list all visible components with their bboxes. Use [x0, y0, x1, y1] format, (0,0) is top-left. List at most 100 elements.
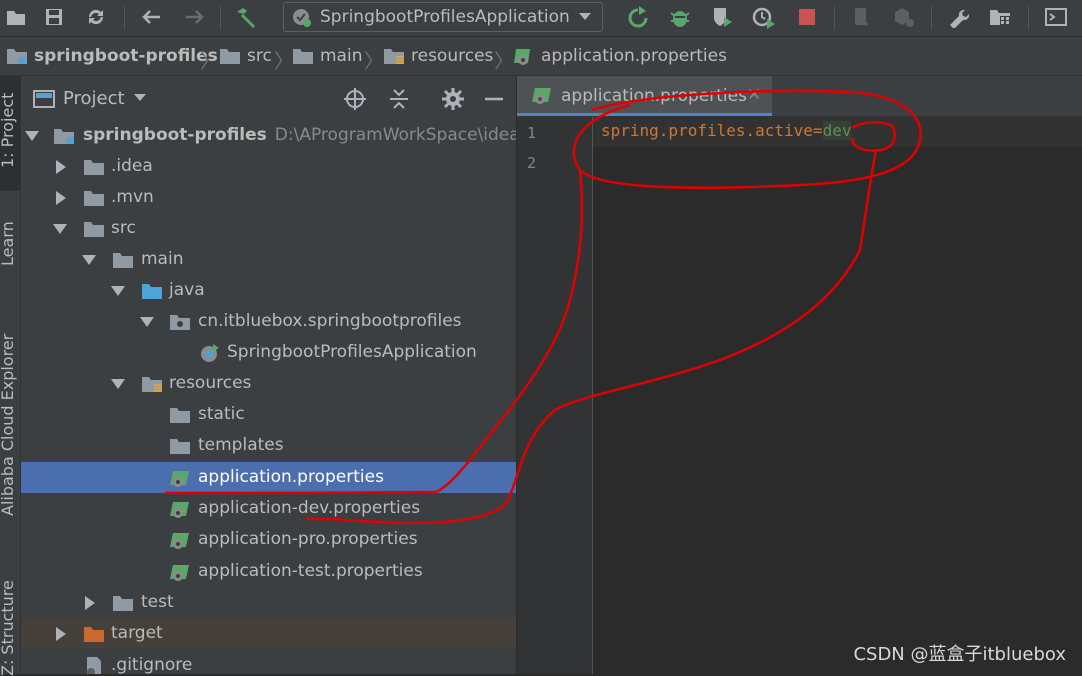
tree-item-test[interactable]: test: [21, 587, 516, 618]
gear-icon[interactable]: [441, 87, 465, 111]
package-icon: [170, 315, 190, 330]
tree-item-idea[interactable]: .idea: [21, 151, 516, 182]
folder-icon: [170, 408, 190, 423]
project-panel-header: Project: [21, 76, 516, 121]
code-editor[interactable]: spring.profiles.active=dev: [593, 117, 1082, 674]
collapse-all-icon[interactable]: [387, 87, 411, 111]
collapsed-triangle-icon[interactable]: [54, 627, 68, 641]
tree-item-src[interactable]: src: [21, 213, 516, 244]
tree-item-static[interactable]: static: [21, 399, 516, 430]
tool-tab-cloud-explorer[interactable]: Alibaba Cloud Explorer: [0, 334, 17, 516]
locate-target-icon[interactable]: [343, 87, 367, 111]
tree-item-application-pro[interactable]: application-pro.properties: [21, 524, 516, 555]
resources-folder-icon: [384, 49, 404, 64]
folder-icon: [113, 596, 133, 611]
tree-item-label: application-test.properties: [198, 561, 423, 581]
watermark: CSDN @蓝盒子itbluebox: [853, 644, 1066, 665]
line-number-gutter: 1 2: [517, 117, 593, 674]
spring-boot-class-icon: [201, 344, 219, 362]
project-structure-icon[interactable]: [986, 4, 1014, 30]
rerun-icon[interactable]: [624, 4, 652, 30]
main-toolbar: SpringbootProfilesApplication: [0, 0, 1082, 37]
back-arrow-icon[interactable]: [137, 4, 165, 30]
breadcrumb-project[interactable]: springboot-profiles: [6, 46, 218, 66]
tab-application-properties[interactable]: application.properties ✕: [517, 76, 772, 116]
save-icon[interactable]: [40, 4, 68, 30]
device-icon[interactable]: [847, 4, 875, 30]
tree-item-main[interactable]: main: [21, 244, 516, 275]
expanded-triangle-icon[interactable]: [140, 315, 154, 329]
collapsed-triangle-icon[interactable]: [54, 191, 68, 205]
spring-properties-icon: [514, 49, 530, 65]
tree-item-label: src: [111, 218, 136, 238]
tree-item-label: target: [111, 623, 163, 643]
breadcrumb-label: src: [247, 46, 272, 66]
breadcrumb-label: application.properties: [541, 46, 727, 66]
tree-item-label: SpringbootProfilesApplication: [227, 342, 477, 362]
code-line-1[interactable]: spring.profiles.active=dev: [601, 121, 852, 140]
tree-item-label: .gitignore: [111, 655, 193, 674]
breadcrumb-file[interactable]: application.properties: [513, 46, 727, 66]
tree-item-label: cn.itbluebox.springbootprofiles: [198, 311, 462, 331]
tree-item-resources[interactable]: resources: [21, 368, 516, 399]
tool-tab-structure[interactable]: Z: Structure: [0, 580, 17, 676]
run-configuration-select[interactable]: SpringbootProfilesApplication: [283, 2, 603, 32]
tree-item-application-test[interactable]: application-test.properties: [21, 556, 516, 587]
collapsed-triangle-icon[interactable]: [83, 596, 97, 610]
breadcrumb-src[interactable]: src: [219, 46, 272, 66]
tree-item-application-properties[interactable]: application.properties: [21, 462, 516, 493]
open-folder-icon[interactable]: [2, 4, 30, 30]
gitignore-file-icon: [87, 657, 101, 674]
spring-properties-icon: [532, 88, 551, 104]
chevron-down-icon[interactable]: [133, 93, 147, 103]
build-hammer-icon[interactable]: [232, 4, 260, 30]
tree-item-label: .mvn: [111, 187, 154, 207]
spring-properties-icon: [170, 502, 189, 518]
expanded-triangle-icon[interactable]: [25, 129, 39, 143]
sync-icon[interactable]: [82, 4, 110, 30]
breadcrumb-resources[interactable]: resources: [383, 46, 493, 66]
expanded-triangle-icon[interactable]: [53, 222, 67, 236]
tree-item-java[interactable]: java: [21, 275, 516, 306]
package-cube-icon[interactable]: [889, 4, 917, 30]
tree-item-gitignore[interactable]: .gitignore: [21, 650, 516, 674]
property-key: spring.profiles.active: [601, 121, 813, 140]
breadcrumb-main[interactable]: main: [292, 46, 362, 66]
tree-item-templates[interactable]: templates: [21, 430, 516, 461]
module-folder-icon: [54, 129, 74, 144]
tool-tab-project[interactable]: 1: Project: [0, 93, 17, 168]
tree-item-package[interactable]: cn.itbluebox.springbootprofiles: [21, 306, 516, 337]
tree-item-label: application-pro.properties: [198, 529, 418, 549]
tree-item-label: resources: [169, 373, 252, 393]
project-tree: springboot-profiles D:\AProgramWorkSpace\…: [21, 120, 516, 674]
tab-label: application.properties: [561, 86, 747, 106]
expanded-triangle-icon[interactable]: [111, 377, 125, 391]
spring-properties-icon: [170, 471, 189, 487]
minimize-icon[interactable]: [483, 87, 505, 111]
profiler-icon[interactable]: [750, 4, 778, 30]
coverage-shield-icon[interactable]: [708, 4, 736, 30]
expanded-triangle-icon[interactable]: [82, 253, 96, 267]
collapsed-triangle-icon[interactable]: [54, 160, 68, 174]
close-icon[interactable]: ✕: [747, 85, 761, 105]
terminal-icon[interactable]: [1042, 4, 1070, 30]
settings-wrench-icon[interactable]: [944, 4, 972, 30]
tree-item-app-class[interactable]: SpringbootProfilesApplication: [21, 337, 516, 368]
folder-icon: [293, 49, 313, 64]
module-folder-icon: [7, 49, 27, 64]
tree-item-mvn[interactable]: .mvn: [21, 182, 516, 213]
tool-tab-learn[interactable]: Learn: [0, 221, 17, 266]
folder-icon: [84, 160, 104, 175]
tree-item-root[interactable]: springboot-profiles D:\AProgramWorkSpace\…: [21, 120, 516, 151]
tree-item-label: application-dev.properties: [198, 498, 421, 518]
spring-properties-icon: [170, 565, 189, 581]
tree-item-label: test: [141, 592, 174, 612]
tree-item-label: java: [169, 280, 205, 300]
stop-icon[interactable]: [793, 4, 821, 30]
tree-item-target[interactable]: target: [21, 618, 516, 649]
forward-arrow-icon[interactable]: [181, 4, 209, 30]
tree-item-application-dev[interactable]: application-dev.properties: [21, 493, 516, 524]
project-panel-title[interactable]: Project: [63, 88, 125, 109]
debug-bug-icon[interactable]: [666, 4, 694, 30]
expanded-triangle-icon[interactable]: [111, 284, 125, 298]
